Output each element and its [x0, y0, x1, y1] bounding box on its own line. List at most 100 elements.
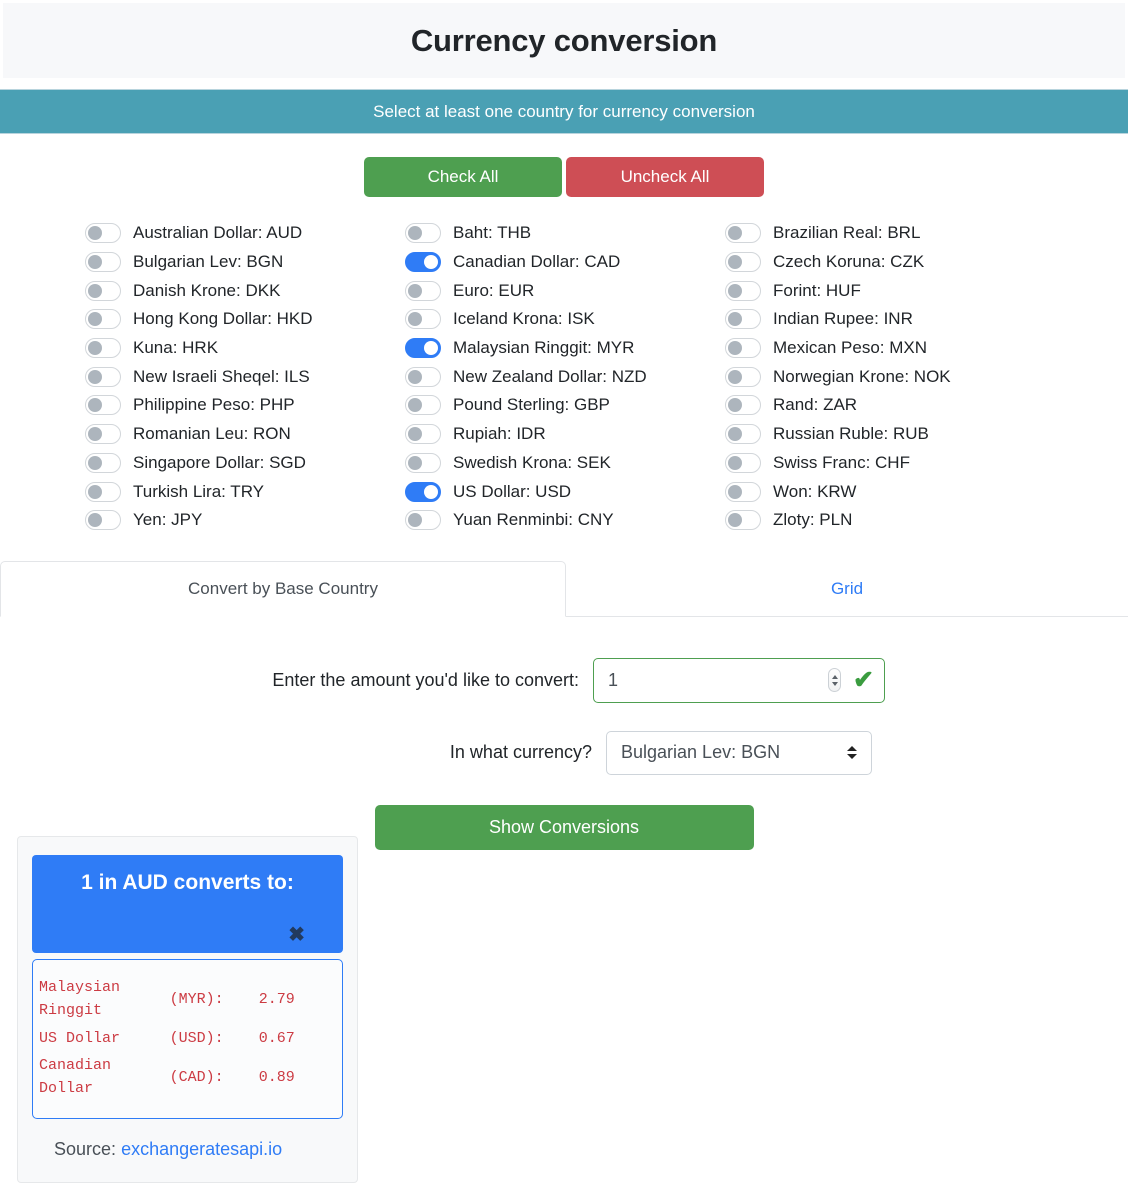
toggle-switch-off[interactable] [405, 395, 441, 416]
currency-toggle-label: Pound Sterling: GBP [453, 395, 610, 415]
toggle-switch-off[interactable] [85, 280, 121, 301]
toggle-switch-off[interactable] [725, 366, 761, 387]
toggle-switch-off[interactable] [405, 280, 441, 301]
toggle-switch-on[interactable] [405, 481, 441, 502]
toggle-switch-off[interactable] [85, 309, 121, 330]
toggle-switch-off[interactable] [85, 424, 121, 445]
conversion-rate-row: Canadian Dollar (CAD): 0.89 [39, 1052, 336, 1103]
toggle-switch-off[interactable] [725, 395, 761, 416]
currency-toggle-row[interactable]: Iceland Krona: ISK [405, 305, 725, 334]
toggle-switch-off[interactable] [725, 309, 761, 330]
valid-check-icon: ✔ [853, 665, 874, 694]
toggle-switch-off[interactable] [725, 223, 761, 244]
currency-toggle-row[interactable]: Danish Krone: DKK [85, 276, 405, 305]
currency-toggle-row[interactable]: Brazilian Real: BRL [725, 219, 1045, 248]
currency-toggle-row[interactable]: Pound Sterling: GBP [405, 391, 725, 420]
currency-toggle-row[interactable]: Czech Koruna: CZK [725, 248, 1045, 277]
toggle-knob [88, 341, 102, 356]
currency-toggle-row[interactable]: Forint: HUF [725, 276, 1045, 305]
toggle-switch-off[interactable] [725, 452, 761, 473]
currency-toggle-row[interactable]: New Israeli Sheqel: ILS [85, 362, 405, 391]
currency-toggle-label: Mexican Peso: MXN [773, 338, 927, 358]
rate-code: (USD): [169, 1029, 224, 1047]
currency-toggle-row[interactable]: Romanian Leu: RON [85, 420, 405, 449]
toggle-knob [408, 427, 422, 442]
tab-convert-by-base-country[interactable]: Convert by Base Country [0, 560, 566, 617]
currency-toggle-row[interactable]: Rupiah: IDR [405, 420, 725, 449]
currency-toggle-row[interactable]: Rand: ZAR [725, 391, 1045, 420]
toggle-switch-off[interactable] [725, 338, 761, 359]
toggle-switch-off[interactable] [725, 481, 761, 502]
currency-toggle-row[interactable]: US Dollar: USD [405, 477, 725, 506]
currency-toggle-row[interactable]: Turkish Lira: TRY [85, 477, 405, 506]
toggle-switch-off[interactable] [85, 338, 121, 359]
toggle-switch-off[interactable] [85, 452, 121, 473]
toggle-switch-off[interactable] [725, 510, 761, 531]
toggle-switch-off[interactable] [405, 309, 441, 330]
toggle-switch-off[interactable] [85, 223, 121, 244]
toggle-switch-off[interactable] [85, 252, 121, 273]
toggle-knob [728, 341, 742, 356]
toggle-switch-off[interactable] [725, 252, 761, 273]
toggle-switch-off[interactable] [725, 280, 761, 301]
currency-toggle-row[interactable]: Euro: EUR [405, 276, 725, 305]
currency-toggle-row[interactable]: Zloty: PLN [725, 506, 1045, 535]
currency-toggle-row[interactable]: Baht: THB [405, 219, 725, 248]
tab-bar: Convert by Base Country Grid [0, 560, 1128, 617]
currency-toggle-row[interactable]: Yuan Renminbi: CNY [405, 506, 725, 535]
toggle-switch-off[interactable] [405, 452, 441, 473]
currency-toggle-row[interactable]: Indian Rupee: INR [725, 305, 1045, 334]
stepper-down-icon[interactable] [831, 681, 838, 686]
currency-toggle-label: Won: KRW [773, 481, 857, 501]
check-all-button[interactable]: Check All [364, 157, 562, 197]
currency-toggle-row[interactable]: Canadian Dollar: CAD [405, 248, 725, 277]
toggle-switch-off[interactable] [85, 366, 121, 387]
toggle-switch-on[interactable] [405, 252, 441, 273]
currency-toggle-row[interactable]: Kuna: HRK [85, 334, 405, 363]
toggle-switch-off[interactable] [725, 424, 761, 445]
currency-toggle-row[interactable]: Swiss Franc: CHF [725, 449, 1045, 478]
currency-toggle-row[interactable]: Singapore Dollar: SGD [85, 449, 405, 478]
currency-toggle-label: Australian Dollar: AUD [133, 223, 303, 243]
source-line: Source: exchangeratesapi.io [32, 1139, 343, 1160]
base-currency-select[interactable]: Bulgarian Lev: BGN [606, 730, 872, 775]
amount-input[interactable] [594, 668, 829, 692]
tab-grid[interactable]: Grid [566, 561, 1128, 617]
close-icon[interactable]: ✖ [288, 925, 305, 945]
toggle-knob [408, 226, 422, 241]
amount-stepper[interactable] [828, 668, 842, 693]
toggle-knob [408, 513, 422, 528]
currency-toggle-row[interactable]: Bulgarian Lev: BGN [85, 248, 405, 277]
currency-toggle-row[interactable]: New Zealand Dollar: NZD [405, 362, 725, 391]
toggle-switch-off[interactable] [85, 395, 121, 416]
toggle-knob [728, 312, 742, 327]
stepper-up-icon[interactable] [831, 674, 838, 679]
conversion-result-card: 1 in AUD converts to: ✖ Malaysian Ringgi… [17, 836, 358, 1184]
currency-toggle-label: New Israeli Sheqel: ILS [133, 366, 310, 386]
currency-toggle-label: Iceland Krona: ISK [453, 309, 595, 329]
toggle-switch-off[interactable] [405, 366, 441, 387]
currency-toggle-row[interactable]: Won: KRW [725, 477, 1045, 506]
currency-toggle-row[interactable]: Philippine Peso: PHP [85, 391, 405, 420]
toggle-switch-on[interactable] [405, 338, 441, 359]
currency-toggle-row[interactable]: Mexican Peso: MXN [725, 334, 1045, 363]
toggle-switch-off[interactable] [405, 424, 441, 445]
select-updown-icon [847, 746, 857, 760]
currency-toggle-row[interactable]: Australian Dollar: AUD [85, 219, 405, 248]
toggle-switch-off[interactable] [85, 481, 121, 502]
currency-toggle-row[interactable]: Malaysian Ringgit: MYR [405, 334, 725, 363]
toggle-switch-off[interactable] [405, 510, 441, 531]
uncheck-all-button[interactable]: Uncheck All [566, 157, 764, 197]
selection-alert: Select at least one country for currency… [0, 89, 1128, 134]
currency-toggle-row[interactable]: Russian Ruble: RUB [725, 420, 1045, 449]
currency-toggle-row[interactable]: Yen: JPY [85, 506, 405, 535]
source-link[interactable]: exchangeratesapi.io [121, 1139, 282, 1159]
toggle-switch-off[interactable] [405, 223, 441, 244]
currency-toggle-row[interactable]: Hong Kong Dollar: HKD [85, 305, 405, 334]
currency-toggle-label: Russian Ruble: RUB [773, 424, 929, 444]
base-currency-value: Bulgarian Lev: BGN [621, 742, 781, 763]
toggle-switch-off[interactable] [85, 510, 121, 531]
currency-toggle-row[interactable]: Norwegian Krone: NOK [725, 362, 1045, 391]
show-conversions-button[interactable]: Show Conversions [374, 804, 754, 850]
currency-toggle-row[interactable]: Swedish Krona: SEK [405, 449, 725, 478]
